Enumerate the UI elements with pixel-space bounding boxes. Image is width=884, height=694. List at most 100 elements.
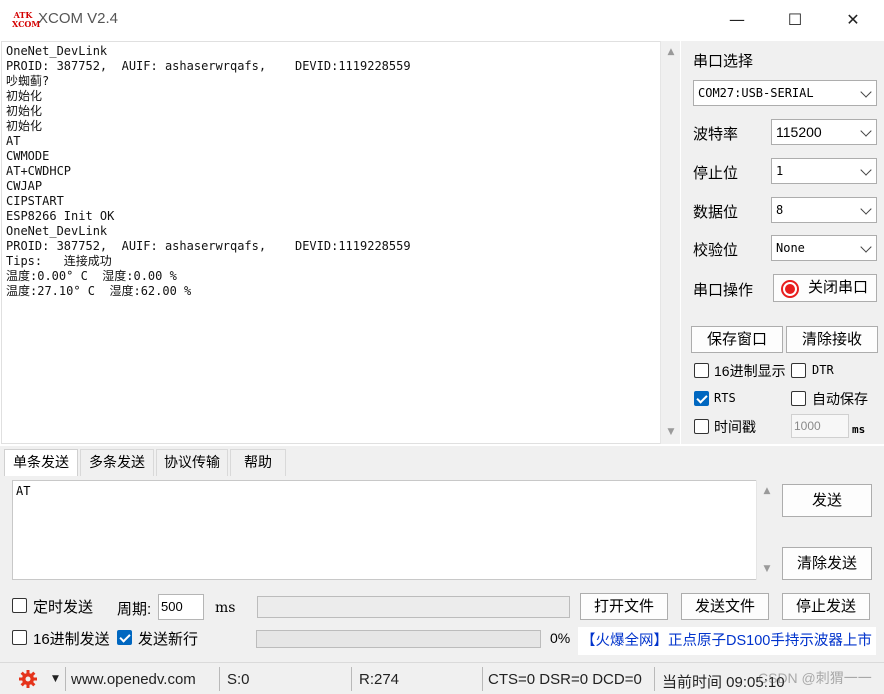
status-bar: ▼ www.openedv.com S:0 R:274 CTS=0 DSR=0 … [0,662,884,694]
receive-line: OneNet_DevLink [6,44,108,58]
receive-text: OneNet_DevLink PROID: 387752, AUIF: ashas… [6,44,661,299]
watermark-text: CSDN @刺猬一一 [758,670,872,686]
scroll-up-icon[interactable]: ▲ [757,486,777,496]
receive-textarea[interactable]: OneNet_DevLink PROID: 387752, AUIF: ashas… [1,41,680,444]
hex-send-checkbox[interactable] [12,630,27,645]
hex-send-label: 16进制发送 [33,631,110,648]
scroll-down-icon[interactable]: ▼ [661,427,681,437]
auto-save-checkbox[interactable] [791,391,806,406]
auto-save-label: 自动保存 [812,391,868,407]
receive-line: 初始化 [6,89,43,103]
receive-line: 初始化 [6,119,43,133]
open-file-button[interactable]: 打开文件 [580,593,668,620]
receive-line: PROID: 387752, AUIF: ashaserwrqafs, DEVI… [6,239,411,253]
status-separator [351,667,352,691]
timestamp-input[interactable]: 1000 [791,414,849,438]
port-operation-label: 串口操作 [693,282,754,299]
dtr-label: DTR [812,363,834,377]
window-title: XCOM V2.4 [38,10,119,27]
receive-line: ESP8266 Init OK [6,209,115,223]
scroll-up-icon[interactable]: ▲ [661,47,681,57]
close-button[interactable]: ✕ [824,6,882,34]
record-icon [781,280,799,298]
timed-send-checkbox[interactable] [12,598,27,613]
parity-label: 校验位 [693,242,739,259]
receive-line: 初始化 [6,104,43,118]
clear-receive-button[interactable]: 清除接收 [786,326,878,353]
status-separator [219,667,220,691]
receive-line: 吵蜘蓟? [6,74,50,88]
parity-select[interactable]: None [771,235,877,261]
ad-banner-link[interactable]: 【火爆全网】正点原子DS100手持示波器上市 [578,627,876,655]
port-select[interactable]: COM27:USB-SERIAL [693,80,877,106]
status-received-count: R:274 [359,671,400,688]
timed-send-label: 定时发送 [33,599,94,616]
gear-icon[interactable] [18,669,38,689]
baud-select-value: 115200 [776,124,822,140]
status-separator [654,667,655,691]
send-text: AT [16,484,31,498]
receive-line: CWMODE [6,149,50,163]
send-scrollbar[interactable]: ▲ ▼ [756,480,777,580]
status-url-link[interactable]: www.openedv.com [71,671,196,688]
rts-label: RTS [714,391,736,405]
send-file-button[interactable]: 发送文件 [681,593,769,620]
period-input[interactable]: 500 [158,594,204,620]
data-bits-label: 数据位 [693,204,739,221]
chevron-down-icon [860,164,872,176]
receive-line: Tips: 连接成功 [6,254,112,268]
baud-select[interactable]: 115200 [771,119,877,145]
chevron-down-icon [860,125,872,137]
dtr-checkbox[interactable] [791,363,806,378]
chevron-down-icon [860,203,872,215]
rts-checkbox[interactable] [694,391,709,406]
tab-help[interactable]: 帮助 [230,449,286,476]
tab-multi-send[interactable]: 多条发送 [80,449,154,476]
receive-line: AT+CWDHCP [6,164,72,178]
receive-line: PROID: 387752, AUIF: ashaserwrqafs, DEVI… [6,59,411,73]
tab-single-send[interactable]: 单条发送 [4,449,78,476]
port-select-label: 串口选择 [693,53,754,70]
send-tabs: 单条发送 多条发送 协议传输 帮助 [0,446,884,476]
data-bits-value: 8 [776,203,784,217]
serial-settings-panel: 串口选择 COM27:USB-SERIAL 波特率 115200 停止位 1 数… [681,41,884,444]
receive-line: CIPSTART [6,194,64,208]
port-select-value: COM27:USB-SERIAL [698,86,814,100]
close-port-button[interactable]: 关闭串口 [773,274,877,302]
receive-line: AT [6,134,21,148]
data-bits-select[interactable]: 8 [771,197,877,223]
stop-send-button[interactable]: 停止发送 [782,593,870,620]
stop-bits-label: 停止位 [693,165,739,182]
app-logo-icon: ATK XCOM [12,10,41,29]
period-label: 周期: [117,601,152,618]
send-button[interactable]: 发送 [782,484,872,517]
title-bar: ATK XCOM XCOM V2.4 — ☐ ✕ [0,0,884,40]
timestamp-unit: ms [852,423,866,436]
receive-line: 温度:27.10° C 湿度:62.00 % [6,284,192,298]
hex-display-label: 16进制显示 [714,363,786,379]
minimize-button[interactable]: — [708,6,766,34]
timestamp-checkbox[interactable] [694,419,709,434]
send-textarea[interactable]: AT [12,480,777,580]
parity-value: None [776,241,805,255]
tab-protocol[interactable]: 协议传输 [156,449,228,476]
send-newline-label: 发送新行 [138,631,199,648]
baud-label: 波特率 [693,126,739,143]
clear-send-button[interactable]: 清除发送 [782,547,872,580]
send-progress-percent: 0% [550,630,571,646]
status-separator [65,667,66,691]
save-window-button[interactable]: 保存窗口 [691,326,783,353]
receive-line: OneNet_DevLink [6,224,108,238]
status-separator [482,667,483,691]
file-path-field[interactable] [257,596,570,618]
send-newline-checkbox[interactable] [117,630,132,645]
hex-display-checkbox[interactable] [694,363,709,378]
status-line-signals: CTS=0 DSR=0 DCD=0 [488,671,642,688]
receive-line: 温度:0.00° C 湿度:0.00 % [6,269,177,283]
stop-bits-select[interactable]: 1 [771,158,877,184]
maximize-button[interactable]: ☐ [766,6,824,34]
scroll-down-icon[interactable]: ▼ [757,564,777,574]
chevron-down-icon [860,86,872,98]
receive-scrollbar[interactable]: ▲ ▼ [660,41,680,444]
menu-dropdown-icon[interactable]: ▼ [52,674,59,684]
